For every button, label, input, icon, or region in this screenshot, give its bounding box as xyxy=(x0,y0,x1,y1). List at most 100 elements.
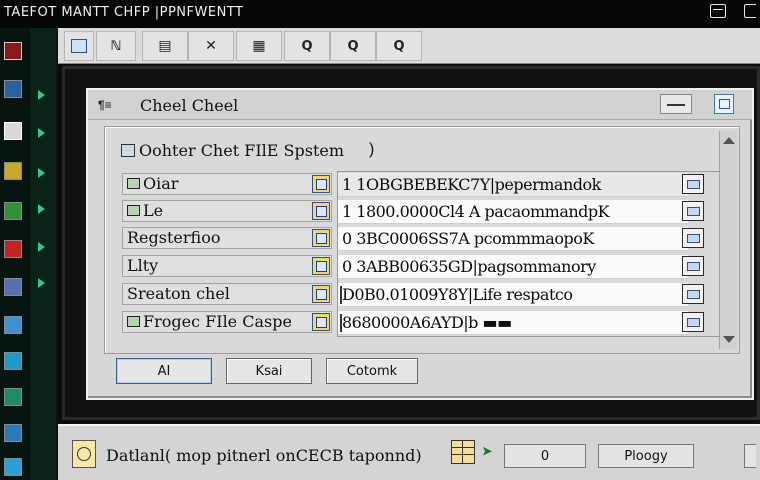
dock-app-icon-10[interactable] xyxy=(4,388,22,406)
row-browse-button[interactable] xyxy=(312,202,330,220)
drive-icon xyxy=(121,144,135,157)
group-title-text: Oohter Chet FIlE Spstem xyxy=(139,141,345,160)
text-cursor xyxy=(340,286,342,304)
row-value[interactable]: 8680000A6AYD|b ▬▬ xyxy=(338,311,688,335)
check-dialog: ¶≡ Cheel Cheel Oohter Chet FIlE Spstem )… xyxy=(86,88,754,400)
row-browse-button[interactable] xyxy=(312,285,330,303)
scroll-up-icon[interactable] xyxy=(723,137,735,144)
window-title: TAEFOT MANTT CHFP |PPNFWENTT xyxy=(4,5,244,20)
row-icon xyxy=(127,316,140,327)
toolbar-search-button-2[interactable]: Q xyxy=(330,31,376,61)
toolbar-monitor-button[interactable]: ▦ xyxy=(236,31,282,61)
ksai-button[interactable]: Ksai xyxy=(226,358,312,384)
dock-app-icon-6[interactable] xyxy=(4,240,22,258)
search-icon: Q xyxy=(347,38,359,54)
row-label: Le xyxy=(122,200,332,222)
restore-window-button[interactable] xyxy=(710,4,726,18)
cotomk-button[interactable]: Cotomk xyxy=(326,358,418,384)
dialog-minimize-button[interactable] xyxy=(660,94,692,114)
row-browse-button[interactable] xyxy=(312,313,330,331)
dock-app-icon-4[interactable] xyxy=(4,162,22,180)
status-text: Datlanl( mop pitnerl onCECB taponnd) xyxy=(106,446,422,465)
dock-app-icon-8[interactable] xyxy=(4,316,22,334)
status-extra-button[interactable] xyxy=(744,444,756,468)
table-icon[interactable] xyxy=(451,440,475,464)
left-dock xyxy=(0,28,58,480)
dock-app-icon-9[interactable] xyxy=(4,352,22,370)
row-icon xyxy=(127,205,140,216)
status-ploogy-button[interactable]: Ploogy xyxy=(598,444,694,468)
row-value[interactable]: 0 3BC0006SS7A pcommmaopoK xyxy=(338,227,688,251)
dock-app-icon-3[interactable] xyxy=(4,122,22,140)
dock-arrow-icon[interactable] xyxy=(38,168,45,178)
list-item[interactable]: Frogec FIle Caspe 8680000A6AYD|b ▬▬ xyxy=(122,309,728,335)
toolbar-n-label: ℕ xyxy=(110,38,122,54)
list-item[interactable]: Oiar 1 1OBGBEBEKC7Y|pepermandok xyxy=(122,171,728,197)
row-status-icon[interactable] xyxy=(682,256,704,276)
dialog-title-bar: ¶≡ Cheel Cheel xyxy=(88,90,752,120)
dock-arrow-icon[interactable] xyxy=(38,204,45,214)
row-browse-button[interactable] xyxy=(312,229,330,247)
dock-app-icon-7[interactable] xyxy=(4,278,22,296)
dialog-title: Cheel Cheel xyxy=(140,96,239,115)
title-bar: TAEFOT MANTT CHFP |PPNFWENTT xyxy=(0,0,760,28)
status-bar: Datlanl( mop pitnerl onCECB taponnd) ➤ 0… xyxy=(58,424,760,480)
text-cursor xyxy=(340,314,342,332)
row-label: Llty xyxy=(122,255,332,277)
dock-arrow-icon[interactable] xyxy=(38,242,45,252)
toolbar-grid-button[interactable]: ▤ xyxy=(142,31,188,61)
row-status-icon[interactable] xyxy=(682,174,704,194)
group-title-paren: ) xyxy=(369,141,375,158)
dialog-title-icon: ¶≡ xyxy=(98,98,112,112)
vertical-scrollbar[interactable] xyxy=(719,131,737,349)
toolbar-tool-button[interactable]: ✕ xyxy=(188,31,234,61)
row-status-icon[interactable] xyxy=(682,284,704,304)
row-value[interactable]: 1 1800.0000Cl4 A pacaommandpK xyxy=(338,200,688,224)
list-item[interactable]: Sreaton chel D0B0.01009Y8Y|Life respatco xyxy=(122,281,728,307)
row-label: Regsterfioo xyxy=(122,227,332,249)
row-browse-button[interactable] xyxy=(312,257,330,275)
toolbar-window-button[interactable] xyxy=(64,31,94,61)
dock-app-icon-12[interactable] xyxy=(4,458,22,476)
row-status-icon[interactable] xyxy=(682,312,704,332)
search-icon: Q xyxy=(301,38,313,54)
row-label: Oiar xyxy=(122,173,332,195)
dock-app-icon-2[interactable] xyxy=(4,80,22,98)
list-item[interactable]: Regsterfioo 0 3BC0006SS7A pcommmaopoK xyxy=(122,225,728,251)
row-status-icon[interactable] xyxy=(682,228,704,248)
dock-app-icon-11[interactable] xyxy=(4,424,22,442)
dock-arrow-icon[interactable] xyxy=(38,90,45,100)
tool-icon: ✕ xyxy=(205,38,217,54)
row-value[interactable]: D0B0.01009Y8Y|Life respatco xyxy=(338,283,688,307)
dialog-maximize-button[interactable] xyxy=(714,94,734,114)
ai-button[interactable]: AI xyxy=(116,358,212,384)
arrow-icon: ➤ xyxy=(482,444,493,458)
file-system-group: Oohter Chet FIlE Spstem ) Oiar 1 1OBGBEB… xyxy=(104,126,740,354)
toolbar-search-button-3[interactable]: Q xyxy=(376,31,422,61)
toolbar: ℕ ▤ ✕ ▦ Q Q Q xyxy=(58,28,760,64)
list-item[interactable]: Le 1 1800.0000Cl4 A pacaommandpK xyxy=(122,198,728,224)
row-value[interactable]: 0 3ABB00635GD|pagsommanory xyxy=(338,255,688,279)
toolbar-n-button[interactable]: ℕ xyxy=(96,31,136,61)
window-icon xyxy=(71,39,87,53)
row-icon xyxy=(127,178,140,189)
row-status-icon[interactable] xyxy=(682,201,704,221)
scroll-down-icon[interactable] xyxy=(723,336,735,343)
group-title: Oohter Chet FIlE Spstem xyxy=(121,141,344,160)
status-zero-button[interactable]: 0 xyxy=(504,444,586,468)
dock-arrow-icon[interactable] xyxy=(38,128,45,138)
row-label: Sreaton chel xyxy=(122,283,332,305)
dock-app-icon-5[interactable] xyxy=(4,202,22,220)
row-value[interactable]: 1 1OBGBEBEKC7Y|pepermandok xyxy=(338,173,688,197)
dock-app-icon-1[interactable] xyxy=(4,42,22,60)
row-browse-button[interactable] xyxy=(312,175,330,193)
info-icon xyxy=(72,440,96,468)
monitor-icon: ▦ xyxy=(252,38,266,54)
row-label: Frogec FIle Caspe xyxy=(122,311,332,333)
toolbar-search-button-1[interactable]: Q xyxy=(284,31,330,61)
close-window-button[interactable] xyxy=(744,4,756,18)
grid-icon: ▤ xyxy=(158,38,172,54)
dock-arrow-icon[interactable] xyxy=(38,278,45,288)
search-icon: Q xyxy=(393,38,405,54)
list-item[interactable]: Llty 0 3ABB00635GD|pagsommanory xyxy=(122,253,728,279)
